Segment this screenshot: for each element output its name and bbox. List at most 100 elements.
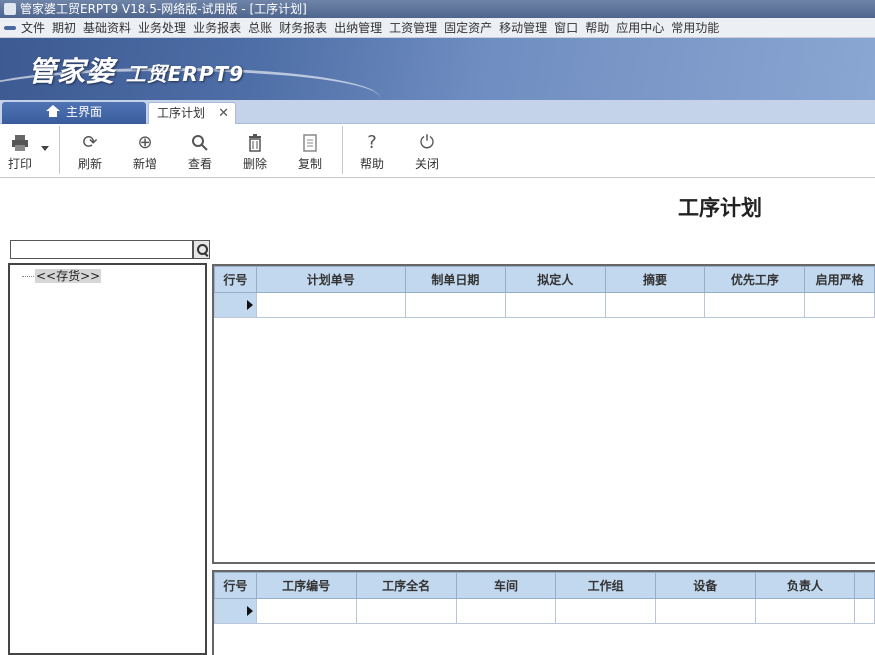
tree-connector xyxy=(22,276,34,277)
menu-file[interactable]: 文件 xyxy=(18,18,48,38)
col-work-group[interactable]: 工作组 xyxy=(555,572,656,599)
tab-process-plan-label: 工序计划 xyxy=(157,106,206,120)
cell-owner[interactable] xyxy=(754,598,856,624)
print-dropdown-icon[interactable] xyxy=(41,146,49,151)
process-header-row: 行号 工序编号 工序全名 车间 工作组 设备 负责人 xyxy=(214,572,875,599)
menu-business[interactable]: 业务处理 xyxy=(135,18,189,38)
col-row-no[interactable]: 行号 xyxy=(214,266,257,293)
page-title: 工序计划 xyxy=(678,195,762,220)
cell-work-group[interactable] xyxy=(555,598,656,624)
menu-help[interactable]: 帮助 xyxy=(582,18,612,38)
refresh-button[interactable]: ⟳ 刷新 xyxy=(70,130,110,172)
process-detail-grid[interactable]: 行号 工序编号 工序全名 车间 工作组 设备 负责人 xyxy=(212,570,875,655)
tab-process-plan[interactable]: 工序计划 ✕ xyxy=(148,102,236,124)
col-enable-strict[interactable]: 启用严格 xyxy=(804,266,875,293)
cell-priority-process[interactable] xyxy=(704,292,806,318)
col-plan-number[interactable]: 计划单号 xyxy=(255,266,406,293)
close-button[interactable]: ⏻ 关闭 xyxy=(407,130,447,172)
col-owner[interactable]: 负责人 xyxy=(754,572,856,599)
col-process-code[interactable]: 工序编号 xyxy=(255,572,357,599)
col-equipment[interactable]: 设备 xyxy=(654,572,756,599)
menu-favorites[interactable]: 常用功能 xyxy=(668,18,722,38)
cell-workshop[interactable] xyxy=(455,598,557,624)
document-copy-icon xyxy=(290,130,330,156)
refresh-icon: ⟳ xyxy=(82,132,98,153)
menu-financial-reports[interactable]: 财务报表 xyxy=(276,18,330,38)
col-process-name[interactable]: 工序全名 xyxy=(355,572,457,599)
menu-opening[interactable]: 期初 xyxy=(49,18,79,38)
power-icon: ⏻ xyxy=(419,132,435,153)
row-indicator-icon[interactable] xyxy=(214,292,257,318)
help-button[interactable]: ? 帮助 xyxy=(352,130,392,172)
window-title: 管家婆工贸ERPT9 V18.5-网络版-试用版 - [工序计划] xyxy=(20,2,307,16)
menu-system-icon[interactable] xyxy=(0,18,18,38)
tree-search-input[interactable] xyxy=(10,240,193,259)
menu-cashier[interactable]: 出纳管理 xyxy=(331,18,385,38)
cell-equipment[interactable] xyxy=(654,598,756,624)
col-created-date[interactable]: 制单日期 xyxy=(404,266,506,293)
toolbar-separator xyxy=(59,126,60,174)
help-label: 帮助 xyxy=(359,157,384,171)
print-button[interactable]: 打印 xyxy=(0,130,40,172)
process-plan-grid[interactable]: 行号 计划单号 制单日期 拟定人 摘要 优先工序 启用严格 xyxy=(212,264,875,564)
cell-enable-strict[interactable] xyxy=(804,292,875,318)
copy-button[interactable]: 复制 xyxy=(290,130,330,172)
cell-process-code[interactable] xyxy=(255,598,357,624)
question-icon: ? xyxy=(367,132,377,153)
magnifier-icon xyxy=(180,130,220,156)
plan-table: 行号 计划单号 制单日期 拟定人 摘要 优先工序 启用严格 xyxy=(214,266,875,318)
menu-business-reports[interactable]: 业务报表 xyxy=(190,18,244,38)
cell-process-name[interactable] xyxy=(355,598,457,624)
cell-summary[interactable] xyxy=(604,292,706,318)
plan-header-row: 行号 计划单号 制单日期 拟定人 摘要 优先工序 启用严格 xyxy=(214,266,875,293)
menu-ledger[interactable]: 总账 xyxy=(245,18,275,38)
trash-icon xyxy=(235,130,275,156)
title-bar: 管家婆工贸ERPT9 V18.5-网络版-试用版 - [工序计划] xyxy=(0,0,875,18)
tab-home[interactable]: 主界面 xyxy=(2,102,146,124)
add-button[interactable]: ⊕ 新增 xyxy=(125,130,165,172)
delete-button[interactable]: 删除 xyxy=(235,130,275,172)
cell-plan-number[interactable] xyxy=(255,292,406,318)
print-label: 打印 xyxy=(7,157,32,171)
logo-brand: 管家婆 xyxy=(28,55,116,88)
col-overflow xyxy=(854,572,875,599)
toolbar: 打印 ⟳ 刷新 ⊕ 新增 查看 删除 复制 ? 帮助 ⏻ 关闭 xyxy=(0,124,875,178)
search-icon[interactable] xyxy=(193,240,210,259)
row-indicator-icon[interactable] xyxy=(214,598,257,624)
tab-close-icon[interactable]: ✕ xyxy=(218,103,229,124)
menu-basic-data[interactable]: 基础资料 xyxy=(80,18,134,38)
menu-app-center[interactable]: 应用中心 xyxy=(613,18,667,38)
menu-bar: 文件 期初 基础资料 业务处理 业务报表 总账 财务报表 出纳管理 工资管理 固定资产 移动管理 窗口… xyxy=(0,18,875,38)
product-logo: 管家婆 工贸ERPT9 xyxy=(28,50,244,90)
printer-icon xyxy=(0,130,40,156)
col-summary[interactable]: 摘要 xyxy=(604,266,706,293)
col-priority-process[interactable]: 优先工序 xyxy=(704,266,806,293)
home-icon xyxy=(45,105,60,117)
cell-drafter[interactable] xyxy=(504,292,606,318)
table-row[interactable] xyxy=(214,598,875,624)
menu-window[interactable]: 窗口 xyxy=(551,18,581,38)
logo-product: 工贸ERP xyxy=(125,62,215,86)
inventory-tree[interactable]: <<存货>> xyxy=(8,263,207,655)
menu-payroll[interactable]: 工资管理 xyxy=(386,18,440,38)
tab-home-label: 主界面 xyxy=(65,105,102,119)
menu-fixed-assets[interactable]: 固定资产 xyxy=(441,18,495,38)
add-label: 新增 xyxy=(132,157,157,171)
app-icon xyxy=(4,3,16,15)
banner: 管家婆 工贸ERPT9 xyxy=(0,38,875,100)
cell-overflow[interactable] xyxy=(854,598,875,624)
col-drafter[interactable]: 拟定人 xyxy=(504,266,606,293)
menu-mobile[interactable]: 移动管理 xyxy=(496,18,550,38)
toolbar-separator xyxy=(342,126,343,174)
copy-label: 复制 xyxy=(297,157,322,171)
col-workshop[interactable]: 车间 xyxy=(455,572,557,599)
tree-node-inventory[interactable]: <<存货>> xyxy=(22,267,102,284)
table-row[interactable] xyxy=(214,292,875,318)
view-label: 查看 xyxy=(187,157,212,171)
view-button[interactable]: 查看 xyxy=(180,130,220,172)
delete-label: 删除 xyxy=(242,157,267,171)
logo-version: T9 xyxy=(214,62,245,86)
tab-strip: 主界面 工序计划 ✕ xyxy=(0,100,875,124)
cell-created-date[interactable] xyxy=(404,292,506,318)
col-row-no[interactable]: 行号 xyxy=(214,572,257,599)
